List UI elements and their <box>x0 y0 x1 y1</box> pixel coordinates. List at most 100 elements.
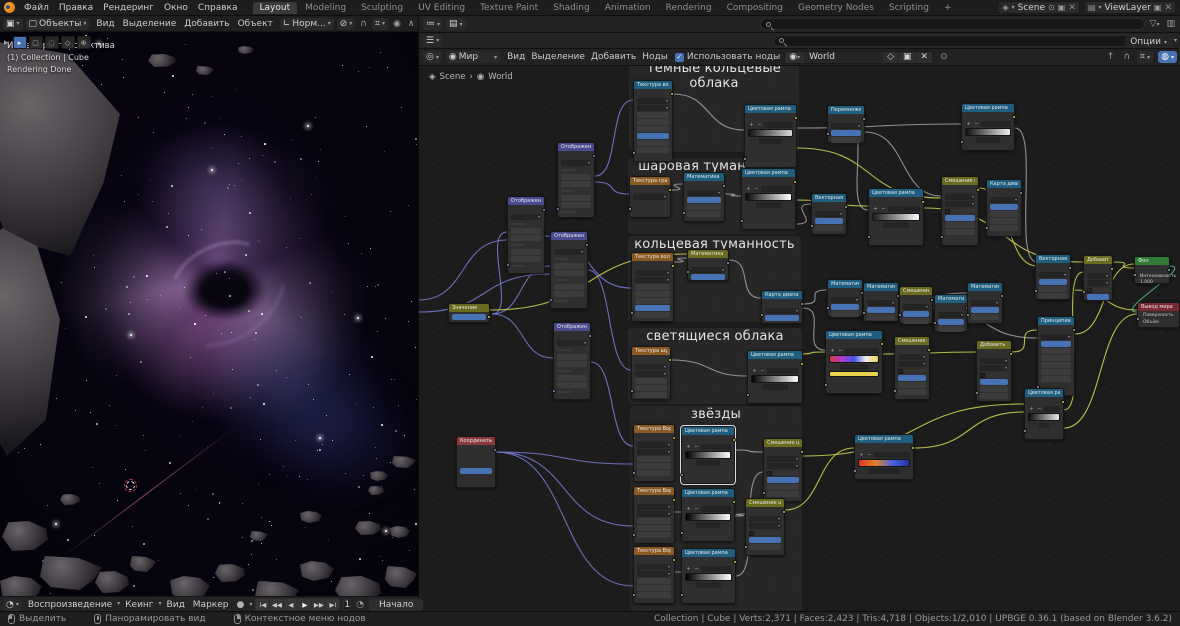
node-header[interactable]: Математика <box>968 283 1002 291</box>
input-socket[interactable] <box>933 321 937 325</box>
node-header[interactable]: Смешение цветов <box>764 439 802 447</box>
input-socket[interactable] <box>867 235 871 239</box>
node-header[interactable]: Вывод мира <box>1138 303 1179 311</box>
input-socket[interactable] <box>893 389 897 393</box>
value-field[interactable] <box>990 218 1018 224</box>
shader-node-математика[interactable]: Математика <box>863 282 899 322</box>
node-header[interactable]: Цветовая рампа <box>748 351 802 359</box>
interpolation-dropdown[interactable] <box>701 506 731 512</box>
dropdown-field[interactable] <box>635 364 667 370</box>
shader-node-цветовая-рампа[interactable]: Цветовая рампа+− <box>681 426 735 484</box>
input-socket[interactable] <box>762 491 766 495</box>
snap-magnet-icon[interactable]: ∩ <box>358 19 369 29</box>
pivot-dropdown[interactable]: ⊘▾ <box>337 18 356 30</box>
value-field-active[interactable] <box>765 315 799 321</box>
input-socket[interactable] <box>632 151 636 155</box>
ramp-add-button[interactable]: + <box>1028 406 1035 412</box>
node-header[interactable]: Математика <box>864 283 898 291</box>
dropdown-field[interactable] <box>815 211 843 217</box>
node-header[interactable]: Векторная математика <box>812 194 846 202</box>
properties-search-input[interactable] <box>773 35 1171 47</box>
input-socket[interactable] <box>630 311 634 315</box>
input-socket[interactable] <box>862 311 866 315</box>
value-field-active[interactable] <box>767 477 799 483</box>
tab-scripting[interactable]: Scripting <box>882 2 936 14</box>
output-socket[interactable] <box>722 184 726 188</box>
tab-uv-editing[interactable]: UV Editing <box>411 2 472 14</box>
stop-index-field[interactable] <box>685 522 695 528</box>
timeline-menu-кеинг[interactable]: Кеинг <box>122 600 156 610</box>
value-field-active[interactable] <box>635 305 670 311</box>
dropdown-field[interactable] <box>1087 280 1109 286</box>
snap-mode-dropdown[interactable]: ⌗▾ <box>1137 51 1153 63</box>
value-field[interactable] <box>554 284 584 290</box>
dropdown-field[interactable] <box>1041 334 1071 340</box>
output-socket[interactable] <box>800 450 804 454</box>
dropdown-field[interactable] <box>971 300 999 306</box>
node-header[interactable]: Значение <box>449 304 489 312</box>
ramp-add-button[interactable]: + <box>748 122 755 128</box>
node-menu-выделение[interactable]: Выделение <box>528 52 588 62</box>
input-socket[interactable] <box>940 235 944 239</box>
node-header[interactable]: Цветовая рампа <box>682 427 734 435</box>
value-field[interactable] <box>831 311 859 317</box>
output-socket[interactable] <box>672 436 676 440</box>
node-header[interactable]: Цветовая рампа <box>826 331 882 339</box>
stop-index-field[interactable] <box>685 460 695 466</box>
ramp-position-row[interactable] <box>751 384 799 390</box>
node-header[interactable]: Координаты текстуры <box>457 437 495 445</box>
stop-index-field[interactable] <box>748 138 758 144</box>
breadcrumb-world[interactable]: World <box>488 72 512 82</box>
output-socket[interactable] <box>1019 191 1023 195</box>
colorramp-gradient[interactable] <box>685 451 731 459</box>
input-socket[interactable] <box>743 157 747 161</box>
ramp-controls[interactable]: +− <box>965 121 1011 127</box>
value-field-active[interactable] <box>452 314 486 320</box>
input-socket[interactable] <box>632 471 636 475</box>
input-socket[interactable] <box>960 140 964 144</box>
interpolation-dropdown[interactable] <box>761 186 792 192</box>
value-field[interactable] <box>637 518 671 524</box>
output-socket[interactable] <box>921 200 925 204</box>
prev-keyframe-button[interactable]: ◀◀ <box>270 599 283 610</box>
value-field-active[interactable] <box>460 468 492 474</box>
value-field[interactable] <box>554 291 584 297</box>
ramp-add-button[interactable]: + <box>685 444 692 450</box>
output-socket[interactable] <box>672 558 676 562</box>
checkbox[interactable] <box>980 373 985 378</box>
input-socket[interactable] <box>1034 289 1038 293</box>
checkbox[interactable] <box>749 531 754 536</box>
interpolation-dropdown[interactable] <box>1044 406 1060 412</box>
copy-icon[interactable]: ▣ <box>1058 3 1066 12</box>
output-socket[interactable] <box>1072 328 1076 332</box>
shader-node-математика[interactable]: Математика <box>687 249 729 281</box>
value-field[interactable] <box>910 222 920 228</box>
outliner-editor-type-button[interactable]: ≔▾ <box>423 18 443 30</box>
input-socket[interactable] <box>966 313 970 317</box>
output-socket[interactable] <box>1167 268 1171 272</box>
value-field-active[interactable] <box>815 218 843 224</box>
input-socket[interactable] <box>686 270 690 274</box>
output-socket[interactable] <box>862 117 866 121</box>
colorramp-gradient[interactable] <box>1028 413 1060 421</box>
tab-modeling[interactable]: Modeling <box>298 2 353 14</box>
node-menu-добавить[interactable]: Добавить <box>588 52 639 62</box>
node-header[interactable]: Цветовая рампа <box>682 489 734 497</box>
node-header[interactable]: Смешение цветов <box>895 337 929 345</box>
ramp-remove-button[interactable]: − <box>973 121 980 127</box>
world-browse-button[interactable]: ◉▾ <box>785 52 805 63</box>
value-field[interactable] <box>635 385 667 391</box>
properties-editor-type-button[interactable]: ☰▾ <box>423 35 442 47</box>
value-field[interactable] <box>554 263 584 269</box>
dropdown-field[interactable] <box>637 442 671 448</box>
dropdown-field[interactable] <box>867 300 895 306</box>
checkbox[interactable] <box>898 369 903 374</box>
node-header[interactable]: Цветовая рампа <box>962 104 1014 112</box>
output-socket[interactable] <box>1000 294 1004 298</box>
node-header[interactable]: Текстура шума <box>632 347 670 355</box>
ramp-position-row[interactable] <box>745 202 792 208</box>
interpolation-dropdown[interactable] <box>845 348 879 354</box>
output-socket[interactable] <box>793 180 797 184</box>
value-field[interactable] <box>815 225 843 231</box>
colorramp-gradient[interactable] <box>685 573 732 581</box>
